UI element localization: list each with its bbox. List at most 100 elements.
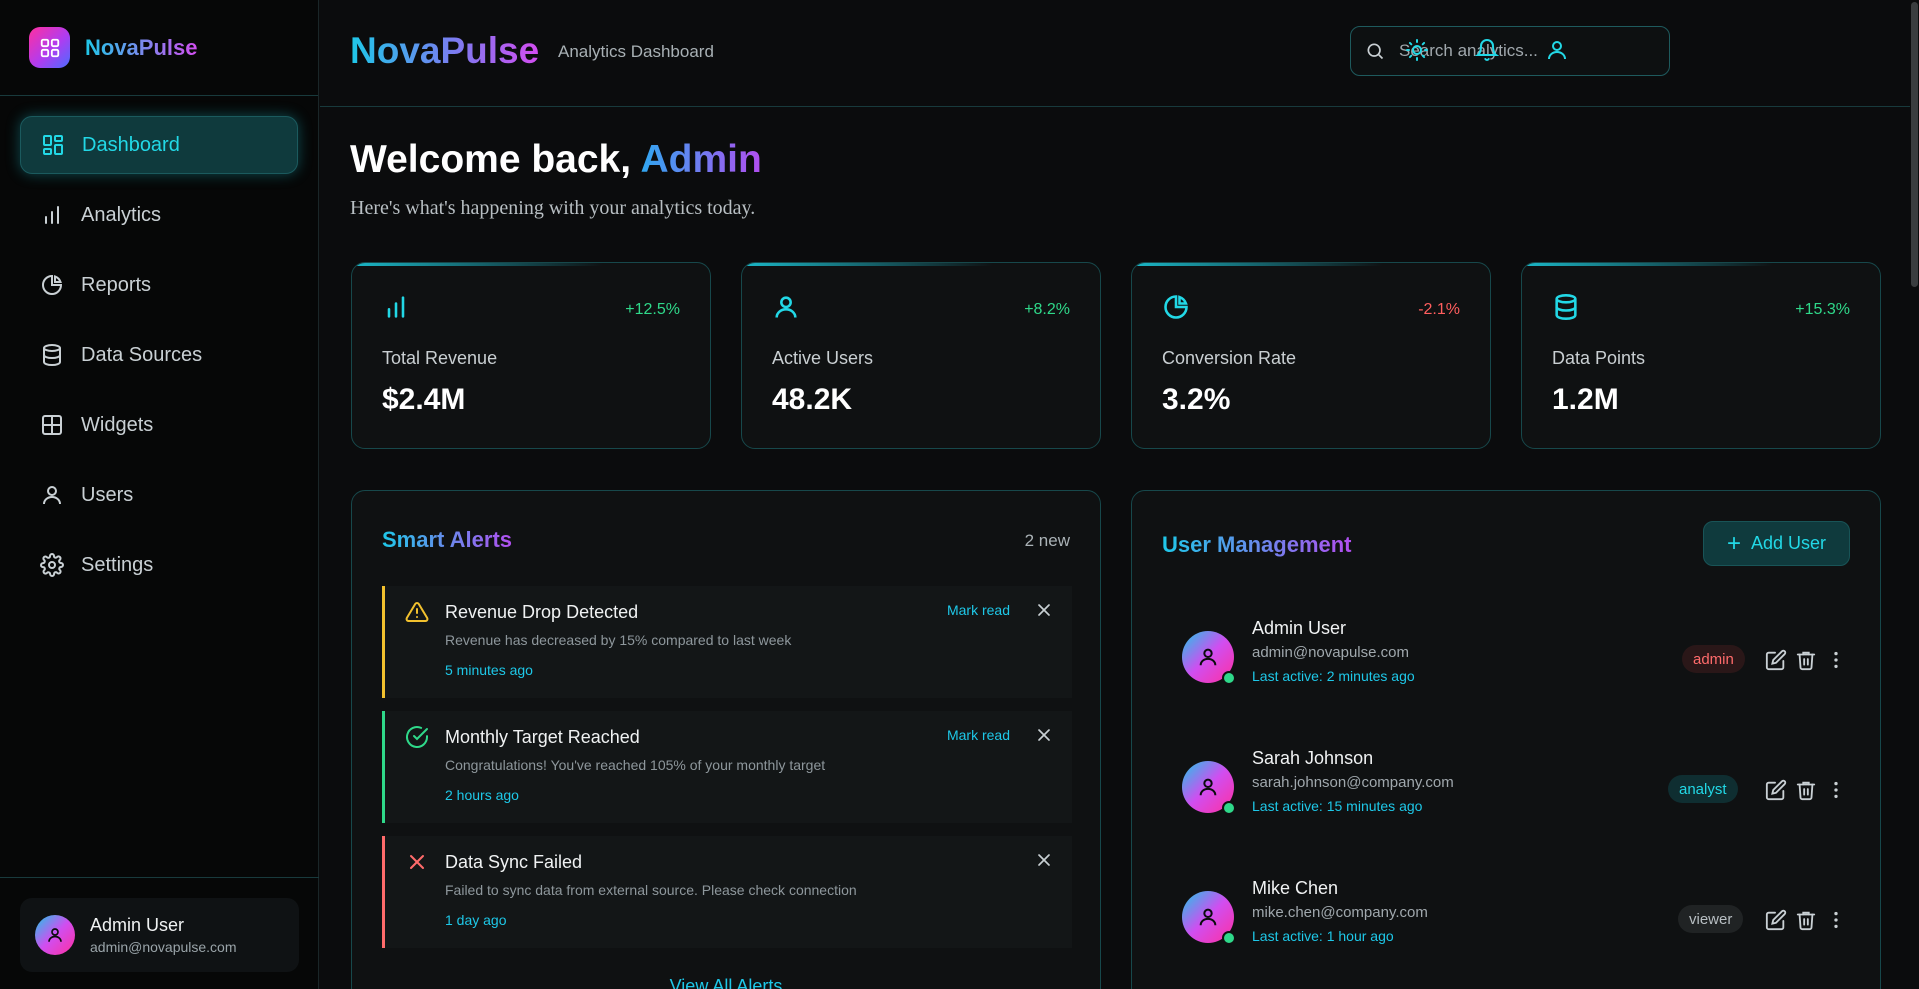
sidebar-item-reports[interactable]: Reports [20,256,298,314]
alert-item: Data Sync Failed Failed to sync data fro… [382,836,1072,948]
online-status-dot [1222,801,1236,815]
user-icon [43,486,61,505]
edit-icon[interactable] [1765,649,1787,671]
stat-card-conversion: -2.1% Conversion Rate 3.2% [1131,262,1491,449]
sidebar-item-users[interactable]: Users [20,466,298,524]
sidebar-item-label: Users [81,483,134,506]
edit-icon[interactable] [1765,909,1787,931]
sidebar-item-dashboard[interactable]: Dashboard [20,116,298,174]
user-name: Sarah Johnson [1252,748,1374,768]
search-icon [1367,43,1384,60]
welcome-name: Admin [640,138,762,181]
avatar [1182,891,1236,945]
sidebar-user-card[interactable]: Admin User admin@novapulse.com [20,898,299,972]
alert-time: 1 day ago [445,912,507,928]
sidebar-item-label: Data Sources [81,343,203,366]
user-row: Mike Chen mike.chen@company.com Last act… [1182,871,1842,961]
user-management-panel: User Management + Add User Admin User ad… [1131,490,1881,989]
more-vertical-icon[interactable] [1825,909,1847,931]
header-subtitle: Analytics Dashboard [558,42,714,61]
add-user-button[interactable]: + Add User [1703,521,1850,566]
stat-card-data-points: +15.3% Data Points 1.2M [1521,262,1881,449]
more-vertical-icon[interactable] [1825,779,1847,801]
bell-icon[interactable] [1475,38,1499,62]
sidebar-user-email: admin@novapulse.com [90,939,237,955]
user-row: Sarah Johnson sarah.johnson@company.com … [1182,741,1842,831]
stat-card-active-users: +8.2% Active Users 48.2K [741,262,1101,449]
stat-value: $2.4M [382,383,466,416]
user-last-active: Last active: 1 hour ago [1252,928,1394,944]
error-x-icon [410,855,424,869]
alert-time: 2 hours ago [445,787,519,803]
search-box[interactable] [1350,26,1670,76]
user-icon [775,296,797,318]
top-header: NovaPulse Analytics Dashboard [320,0,1910,107]
header-brand[interactable]: NovaPulse [350,30,539,72]
user-row: Admin User admin@novapulse.com Last acti… [1182,611,1842,701]
scrollbar-thumb[interactable] [1911,2,1918,287]
profile-icon[interactable] [1545,38,1569,62]
stat-change: +12.5% [625,301,680,318]
page-subtitle: Here's what's happening with your analyt… [350,197,756,219]
widgets-icon [42,415,62,435]
user-icon [1199,648,1217,666]
mark-read-button[interactable]: Mark read [947,602,1010,618]
sidebar-item-settings[interactable]: Settings [20,536,298,594]
view-all-alerts-link[interactable]: View All Alerts [352,976,1100,989]
alert-time: 5 minutes ago [445,662,533,678]
stat-label: Total Revenue [382,348,498,368]
page-scrollbar[interactable] [1910,0,1919,989]
user-last-active: Last active: 15 minutes ago [1252,798,1423,814]
theme-toggle-sun-icon[interactable] [1405,38,1429,62]
user-email: sarah.johnson@company.com [1252,774,1454,791]
sidebar-user-info: Admin User admin@novapulse.com [90,915,237,955]
role-badge: admin [1682,645,1745,673]
alert-message: Revenue has decreased by 15% compared to… [445,632,792,648]
sidebar-item-data-sources[interactable]: Data Sources [20,326,298,384]
sidebar-item-label: Dashboard [82,133,180,156]
alert-title: Monthly Target Reached [445,727,640,747]
role-badge: viewer [1678,905,1744,933]
stat-label: Conversion Rate [1162,348,1297,368]
sidebar-item-label: Analytics [81,203,162,226]
close-icon[interactable] [1034,600,1054,620]
alert-title: Revenue Drop Detected [445,602,639,622]
alert-message: Congratulations! You've reached 105% of … [445,757,826,773]
avatar [1182,631,1236,685]
sidebar-item-widgets[interactable]: Widgets [20,396,298,454]
gear-icon [40,553,64,577]
user-last-active: Last active: 2 minutes ago [1252,668,1415,684]
stat-label: Data Points [1552,348,1646,368]
trash-icon[interactable] [1795,649,1817,671]
user-email: admin@novapulse.com [1252,644,1409,661]
mark-read-button[interactable]: Mark read [947,727,1010,743]
sidebar-brand[interactable]: NovaPulse [0,0,318,96]
close-icon[interactable] [1034,850,1054,870]
avatar [1182,761,1236,815]
pie-chart-icon [1164,295,1188,319]
stat-change: +8.2% [1024,301,1070,318]
user-icon [48,928,62,942]
sidebar: NovaPulse Dashboard Analytics Reports Da… [0,0,319,989]
trash-icon[interactable] [1795,909,1817,931]
avatar [35,915,75,955]
user-email: mike.chen@company.com [1252,904,1428,921]
user-name: Mike Chen [1252,878,1339,898]
sidebar-brand-name: NovaPulse [85,34,198,60]
stat-value: 48.2K [772,383,853,416]
page-title: Welcome back, Admin [350,138,762,182]
sidebar-item-label: Reports [81,273,152,296]
sidebar-item-label: Widgets [81,413,154,436]
stat-card-revenue: +12.5% Total Revenue $2.4M [351,262,711,449]
close-icon[interactable] [1034,725,1054,745]
database-icon [1555,294,1577,320]
search-input[interactable] [1399,41,1649,61]
warning-icon [405,601,429,622]
sidebar-item-analytics[interactable]: Analytics [20,186,298,244]
alerts-count-badge: 2 new [1024,531,1070,550]
more-vertical-icon[interactable] [1825,649,1847,671]
trash-icon[interactable] [1795,779,1817,801]
alert-title: Data Sync Failed [445,852,583,872]
database-icon [43,344,61,367]
edit-icon[interactable] [1765,779,1787,801]
